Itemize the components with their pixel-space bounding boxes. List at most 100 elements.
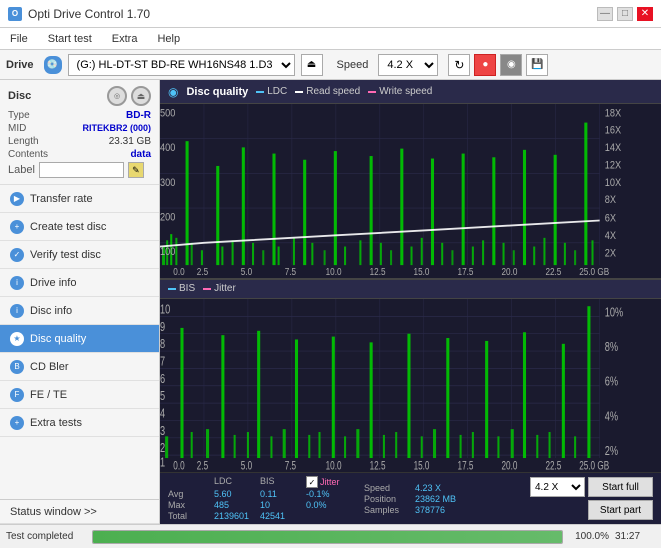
save-button[interactable]: 💾 bbox=[526, 54, 548, 76]
refresh-button[interactable]: ↻ bbox=[448, 54, 470, 76]
svg-text:4: 4 bbox=[160, 407, 165, 421]
drive-label: Drive bbox=[6, 59, 34, 71]
disc-label-input[interactable] bbox=[39, 162, 124, 178]
sidebar-item-extra-tests[interactable]: + Extra tests bbox=[0, 409, 159, 437]
svg-text:10.0: 10.0 bbox=[326, 266, 342, 277]
disc-contents-value: data bbox=[130, 149, 151, 160]
sidebar-item-disc-quality[interactable]: ★ Disc quality bbox=[0, 325, 159, 353]
svg-text:100: 100 bbox=[160, 246, 176, 258]
transfer-rate-label: Transfer rate bbox=[30, 193, 93, 205]
close-button[interactable]: ✕ bbox=[637, 7, 653, 21]
disc-button[interactable]: ● bbox=[474, 54, 496, 76]
create-test-disc-icon: + bbox=[10, 220, 24, 234]
svg-text:5.0: 5.0 bbox=[241, 460, 253, 472]
menu-start-test[interactable]: Start test bbox=[44, 31, 96, 47]
disc-label-label: Label bbox=[8, 164, 35, 176]
max-row: Max 485 10 0.0% bbox=[168, 500, 346, 510]
ldc-col-header: LDC bbox=[214, 476, 244, 488]
chart-bottom: 10% 8% 6% 4% 2% 10 9 8 7 6 5 4 3 2 1 0.0… bbox=[160, 299, 661, 473]
disc2-button[interactable]: ◉ bbox=[500, 54, 522, 76]
svg-text:5: 5 bbox=[160, 389, 165, 403]
svg-text:7.5: 7.5 bbox=[285, 266, 296, 277]
jitter-legend-label: Jitter bbox=[214, 283, 236, 294]
disc-section: Disc ◎ ⏏ Type BD-R MID RITEKBR2 (000) Le… bbox=[0, 80, 159, 185]
sidebar-item-verify-test-disc[interactable]: ✓ Verify test disc bbox=[0, 241, 159, 269]
svg-text:12.5: 12.5 bbox=[370, 266, 386, 277]
sidebar-item-disc-info[interactable]: i Disc info bbox=[0, 297, 159, 325]
maximize-button[interactable]: □ bbox=[617, 7, 633, 21]
svg-text:7: 7 bbox=[160, 355, 165, 369]
svg-text:7.5: 7.5 bbox=[285, 460, 297, 472]
menu-extra[interactable]: Extra bbox=[108, 31, 142, 47]
disc-mid-row: MID RITEKBR2 (000) bbox=[8, 123, 151, 134]
app-icon: O bbox=[8, 7, 22, 21]
disc-eject-icon[interactable]: ⏏ bbox=[131, 86, 151, 106]
drive-info-label: Drive info bbox=[30, 277, 76, 289]
disc-quality-label: Disc quality bbox=[30, 333, 86, 345]
svg-text:15.0: 15.0 bbox=[414, 460, 430, 472]
status-window-button[interactable]: Status window >> bbox=[0, 500, 159, 524]
fe-te-icon: F bbox=[10, 388, 24, 402]
start-part-button[interactable]: Start part bbox=[588, 500, 653, 520]
svg-text:4%: 4% bbox=[605, 410, 618, 424]
avg-label: Avg bbox=[168, 489, 198, 499]
svg-text:20.0: 20.0 bbox=[501, 266, 517, 277]
svg-text:400: 400 bbox=[160, 142, 176, 154]
svg-text:2.5: 2.5 bbox=[197, 460, 209, 472]
svg-text:8: 8 bbox=[160, 337, 165, 351]
disc-image-icon: ◎ bbox=[107, 86, 127, 106]
start-full-row: 4.2 X Start full bbox=[530, 477, 653, 497]
svg-text:16X: 16X bbox=[605, 125, 622, 137]
svg-text:4X: 4X bbox=[605, 230, 616, 242]
progress-fill bbox=[93, 531, 562, 543]
svg-text:15.0: 15.0 bbox=[414, 266, 430, 277]
samples-row-label: Samples bbox=[364, 505, 409, 515]
legend-jitter: Jitter bbox=[203, 283, 236, 294]
speed-select[interactable]: 4.2 X bbox=[378, 54, 438, 76]
bis-label: BIS bbox=[179, 283, 195, 294]
avg-jitter-value: -0.1% bbox=[306, 489, 346, 499]
progress-bar-container bbox=[92, 530, 563, 544]
svg-text:8X: 8X bbox=[605, 194, 616, 206]
title-bar: O Opti Drive Control 1.70 — □ ✕ bbox=[0, 0, 661, 28]
svg-text:6: 6 bbox=[160, 372, 165, 386]
eject-button[interactable]: ⏏ bbox=[301, 54, 323, 76]
avg-row: Avg 5.60 0.11 -0.1% bbox=[168, 489, 346, 499]
left-panel: Disc ◎ ⏏ Type BD-R MID RITEKBR2 (000) Le… bbox=[0, 80, 160, 524]
ldc-header bbox=[168, 476, 198, 488]
title-controls: — □ ✕ bbox=[597, 7, 653, 21]
total-label: Total bbox=[168, 511, 198, 521]
sidebar-item-transfer-rate[interactable]: ▶ Transfer rate bbox=[0, 185, 159, 213]
svg-text:12X: 12X bbox=[605, 160, 622, 172]
extra-tests-icon: + bbox=[10, 416, 24, 430]
stats-headers: LDC BIS ✓ Jitter bbox=[168, 476, 346, 488]
create-test-disc-label: Create test disc bbox=[30, 221, 106, 233]
disc-label-button[interactable]: ✎ bbox=[128, 162, 144, 178]
max-jitter-value: 0.0% bbox=[306, 500, 346, 510]
action-buttons: 4.2 X Start full Start part bbox=[530, 477, 653, 520]
sidebar-item-fe-te[interactable]: F FE / TE bbox=[0, 381, 159, 409]
position-row: Position 23862 MB bbox=[364, 494, 456, 504]
ldc-color bbox=[256, 91, 264, 93]
disc-info-icon: i bbox=[10, 304, 24, 318]
menu-help[interactable]: Help bbox=[153, 31, 184, 47]
bis-col-header: BIS bbox=[260, 476, 290, 488]
sidebar-item-drive-info[interactable]: i Drive info bbox=[0, 269, 159, 297]
sidebar-item-create-test-disc[interactable]: + Create test disc bbox=[0, 213, 159, 241]
jitter-check-group: ✓ Jitter bbox=[306, 476, 340, 488]
svg-text:22.5: 22.5 bbox=[545, 460, 561, 472]
minimize-button[interactable]: — bbox=[597, 7, 613, 21]
chart-top: 18X 16X 14X 12X 10X 8X 6X 4X 2X 500 400 … bbox=[160, 104, 661, 279]
start-full-button[interactable]: Start full bbox=[588, 477, 653, 497]
drive-select[interactable]: (G:) HL-DT-ST BD-RE WH16NS48 1.D3 bbox=[68, 54, 295, 76]
svg-text:2.5: 2.5 bbox=[197, 266, 208, 277]
jitter-checkbox[interactable]: ✓ bbox=[306, 476, 318, 488]
svg-text:12.5: 12.5 bbox=[370, 460, 386, 472]
sidebar-item-cd-bler[interactable]: B CD Bler bbox=[0, 353, 159, 381]
svg-text:20.0: 20.0 bbox=[501, 460, 517, 472]
transfer-rate-icon: ▶ bbox=[10, 192, 24, 206]
cd-bler-icon: B bbox=[10, 360, 24, 374]
menu-file[interactable]: File bbox=[6, 31, 32, 47]
speed-dropdown[interactable]: 4.2 X bbox=[530, 477, 585, 497]
svg-text:3: 3 bbox=[160, 424, 165, 438]
